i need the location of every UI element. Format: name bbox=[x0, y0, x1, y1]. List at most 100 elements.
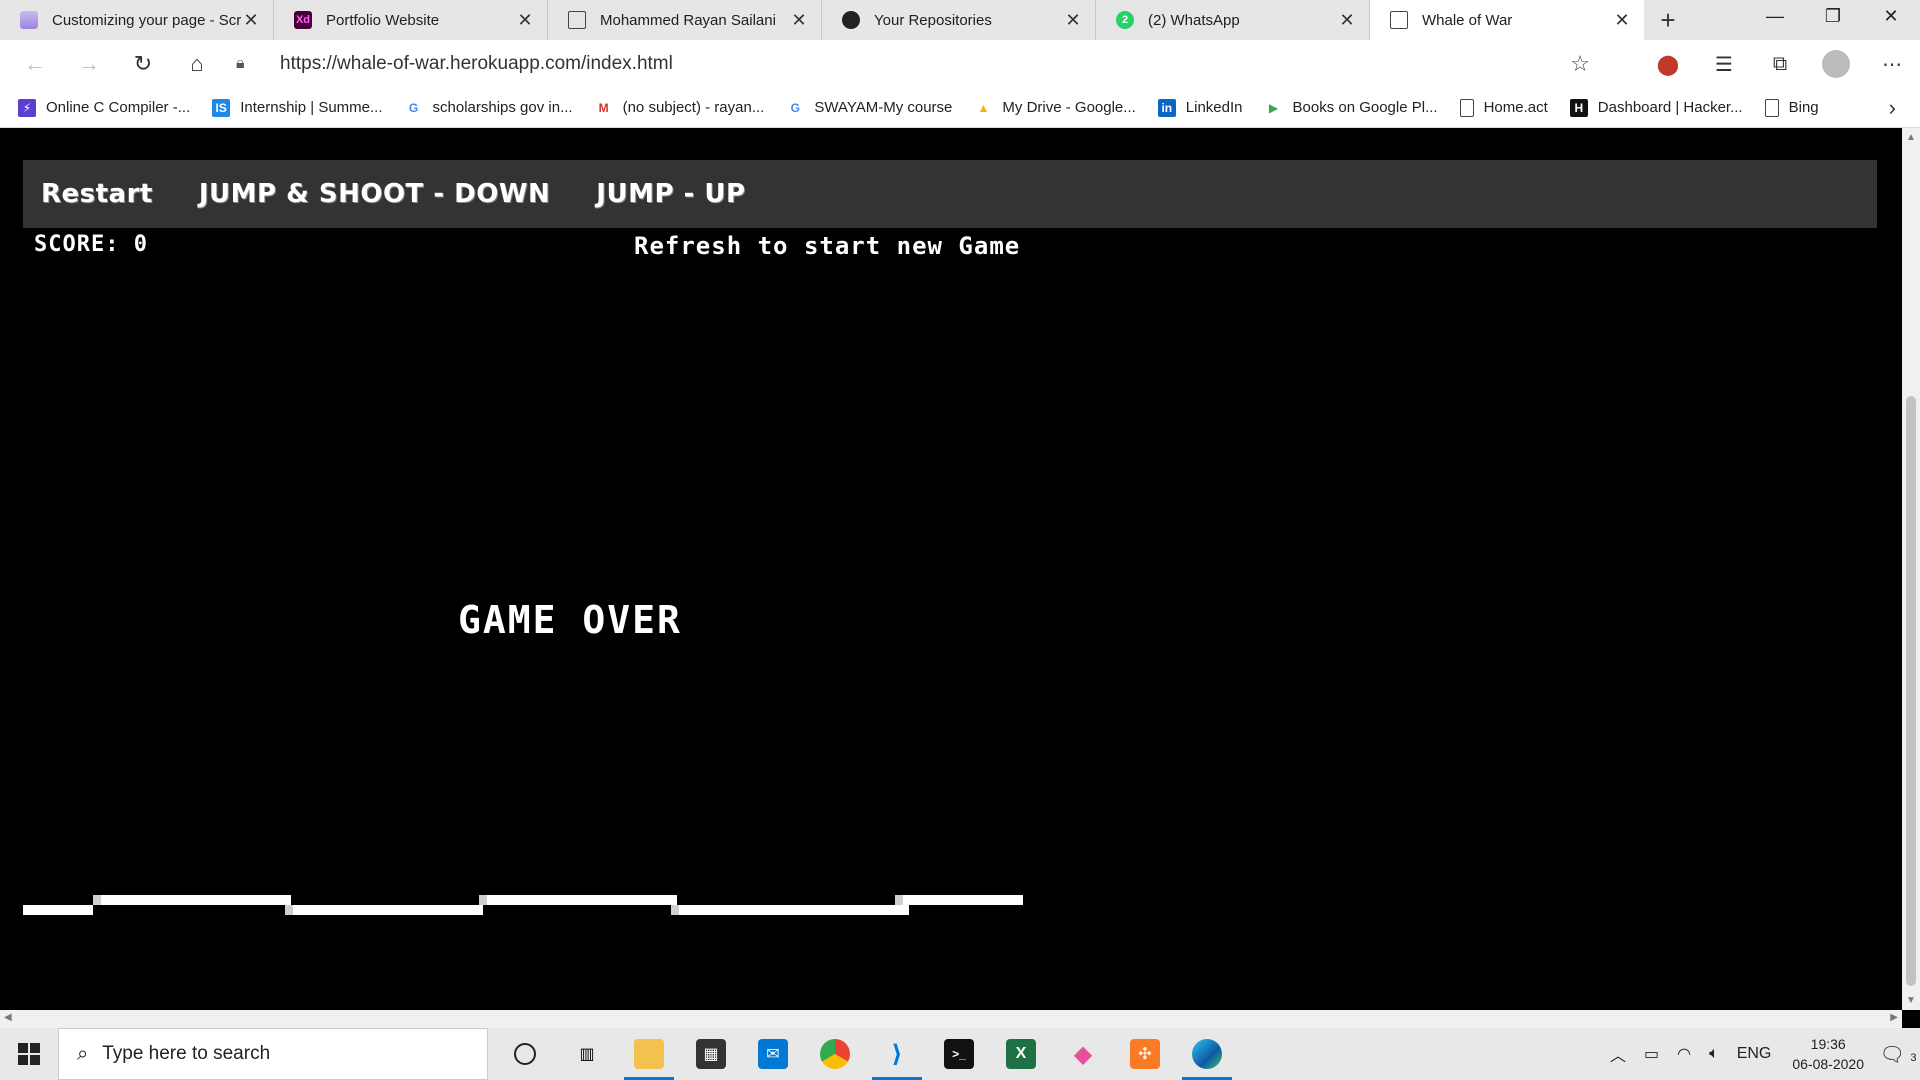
google-icon: G bbox=[790, 100, 800, 115]
refresh-button[interactable]: ↻ bbox=[116, 40, 170, 88]
file-explorer-button[interactable] bbox=[618, 1028, 680, 1080]
ground-step bbox=[285, 905, 293, 915]
scroll-left-icon[interactable]: ◀ bbox=[4, 1012, 12, 1023]
url-text[interactable]: https://whale-of-war.herokuapp.com/index… bbox=[280, 53, 673, 75]
battery-icon[interactable]: ▭ bbox=[1644, 1044, 1659, 1064]
taskbar-search-box[interactable]: ⌕ Type here to search bbox=[58, 1028, 488, 1080]
ground-step bbox=[671, 905, 679, 915]
cortana-button[interactable] bbox=[494, 1028, 556, 1080]
restore-button[interactable]: ❐ bbox=[1804, 0, 1862, 32]
chevron-up-icon[interactable]: ︿ bbox=[1610, 1042, 1626, 1066]
bookmark-item[interactable]: ▲ My Drive - Google... bbox=[974, 99, 1135, 117]
favorite-star-icon[interactable]: ☆ bbox=[1570, 51, 1590, 77]
volume-icon[interactable]: 🔈︎ bbox=[1709, 1045, 1719, 1063]
new-tab-button[interactable]: + bbox=[1644, 0, 1692, 40]
bookmark-item[interactable]: G SWAYAM-My course bbox=[786, 99, 953, 117]
chrome-button[interactable] bbox=[804, 1028, 866, 1080]
back-button[interactable]: ← bbox=[8, 40, 62, 88]
search-placeholder[interactable]: Type here to search bbox=[102, 1043, 270, 1065]
ground-step bbox=[479, 895, 487, 905]
notification-center-button[interactable]: 🗨︎ 3 bbox=[1876, 1042, 1920, 1067]
score-label: SCORE: 0 bbox=[34, 232, 148, 257]
horizontal-scrollbar[interactable]: ◀ ▶ bbox=[0, 1010, 1902, 1028]
scribd-icon bbox=[20, 11, 38, 29]
bookmark-item[interactable]: in LinkedIn bbox=[1157, 98, 1243, 117]
lock-icon[interactable]: 🔒︎ bbox=[236, 55, 266, 73]
scrollbar-thumb[interactable] bbox=[1906, 396, 1916, 986]
tab-portfolio[interactable]: Xd Portfolio Website ✕ bbox=[274, 0, 548, 40]
tab-title: Portfolio Website bbox=[326, 11, 440, 29]
profile-avatar[interactable] bbox=[1822, 50, 1850, 78]
notification-icon: 🗨︎ bbox=[1879, 1043, 1905, 1066]
start-button[interactable] bbox=[0, 1028, 58, 1080]
window-controls: — ❐ ✕ bbox=[1746, 0, 1920, 32]
tab-profile[interactable]: Mohammed Rayan Sailani ✕ bbox=[548, 0, 822, 40]
jump-button[interactable]: JUMP - UP bbox=[596, 179, 745, 209]
git-app-button[interactable]: ◆ bbox=[1052, 1028, 1114, 1080]
collections-icon[interactable]: ⧉ bbox=[1752, 53, 1808, 76]
ground-segment bbox=[23, 905, 93, 915]
bookmark-item[interactable]: IS Internship | Summe... bbox=[212, 98, 383, 117]
terminal-button[interactable]: >_ bbox=[928, 1028, 990, 1080]
task-view-icon: ▥ bbox=[579, 1046, 595, 1063]
mail-icon: ✉ bbox=[758, 1039, 788, 1069]
google-icon: G bbox=[408, 100, 419, 115]
windows-logo-icon bbox=[18, 1043, 40, 1065]
tab-whatsapp[interactable]: 2 (2) WhatsApp ✕ bbox=[1096, 0, 1370, 40]
edge-button[interactable] bbox=[1176, 1028, 1238, 1080]
forward-button[interactable]: → bbox=[62, 40, 116, 88]
bookmark-item[interactable]: Gscholarships gov in... bbox=[405, 99, 573, 117]
wifi-icon[interactable]: ◠ bbox=[1677, 1044, 1691, 1064]
close-icon[interactable]: ✕ bbox=[241, 10, 261, 31]
excel-app-button[interactable]: X bbox=[990, 1028, 1052, 1080]
extension-icon[interactable]: ⬤ bbox=[1640, 52, 1696, 77]
bookmark-item[interactable]: Home.act bbox=[1459, 98, 1548, 117]
bookmark-item[interactable]: ⚡ Online C Compiler -... bbox=[18, 98, 190, 117]
bookmark-label: Home.act bbox=[1483, 99, 1548, 116]
close-window-button[interactable]: ✕ bbox=[1862, 0, 1920, 32]
bookmark-item[interactable]: M (no subject) - rayan... bbox=[595, 99, 765, 117]
close-icon[interactable]: ✕ bbox=[1612, 10, 1632, 31]
mail-button[interactable]: ✉ bbox=[742, 1028, 804, 1080]
tab-repositories[interactable]: Your Repositories ✕ bbox=[822, 0, 1096, 40]
tab-whale-of-war[interactable]: Whale of War ✕ bbox=[1370, 0, 1644, 40]
is-icon: IS bbox=[212, 98, 231, 117]
language-indicator[interactable]: ENG bbox=[1737, 1045, 1772, 1063]
jump-shoot-button[interactable]: JUMP & SHOOT - DOWN bbox=[199, 179, 550, 209]
close-icon[interactable]: ✕ bbox=[515, 10, 535, 31]
refresh-message: Refresh to start new Game bbox=[634, 232, 1021, 260]
store-button[interactable]: ▦ bbox=[680, 1028, 742, 1080]
bookmark-item[interactable]: Bing bbox=[1764, 98, 1819, 117]
tab-title: Mohammed Rayan Sailani bbox=[600, 11, 776, 29]
close-icon[interactable]: ✕ bbox=[1063, 10, 1083, 31]
restart-button[interactable]: Restart bbox=[41, 179, 153, 209]
close-icon[interactable]: ✕ bbox=[789, 10, 809, 31]
tab-title: Whale of War bbox=[1422, 11, 1513, 29]
home-button[interactable]: ⌂ bbox=[170, 40, 224, 88]
bookmark-label: My Drive - Google... bbox=[1002, 99, 1136, 116]
favorites-icon[interactable]: ☰ bbox=[1696, 52, 1752, 77]
address-bar[interactable]: 🔒︎ https://whale-of-war.herokuapp.com/in… bbox=[236, 46, 1590, 82]
tab-scribd[interactable]: Customizing your page - Scr ✕ bbox=[0, 0, 274, 40]
xampp-button[interactable]: ✣ bbox=[1114, 1028, 1176, 1080]
bookmark-label: (no subject) - rayan... bbox=[622, 99, 765, 116]
bookmark-item[interactable]: H Dashboard | Hacker... bbox=[1569, 98, 1743, 117]
scroll-up-icon[interactable]: ▲ bbox=[1906, 132, 1916, 143]
clock[interactable]: 19:36 06-08-2020 bbox=[1792, 1034, 1864, 1074]
scroll-down-icon[interactable]: ▼ bbox=[1906, 995, 1916, 1006]
bookmark-item[interactable]: ▶ Books on Google Pl... bbox=[1265, 99, 1438, 117]
game-menu-bar: Restart JUMP & SHOOT - DOWN JUMP - UP bbox=[23, 160, 1877, 228]
cortana-icon bbox=[514, 1043, 536, 1065]
game-over-text: GAME OVER bbox=[458, 598, 682, 642]
close-icon[interactable]: ✕ bbox=[1337, 10, 1357, 31]
vertical-scrollbar[interactable]: ▲ ▼ bbox=[1902, 128, 1920, 1010]
whatsapp-icon: 2 bbox=[1116, 11, 1134, 29]
chevron-right-icon[interactable]: › bbox=[1889, 95, 1896, 121]
ground-segment bbox=[903, 895, 1023, 905]
folder-icon bbox=[634, 1039, 664, 1069]
vscode-button[interactable]: ⟩ bbox=[866, 1028, 928, 1080]
task-view-button[interactable]: ▥ bbox=[556, 1028, 618, 1080]
more-menu-icon[interactable]: ⋯ bbox=[1864, 52, 1920, 77]
scroll-right-icon[interactable]: ▶ bbox=[1890, 1012, 1898, 1023]
minimize-button[interactable]: — bbox=[1746, 0, 1804, 32]
